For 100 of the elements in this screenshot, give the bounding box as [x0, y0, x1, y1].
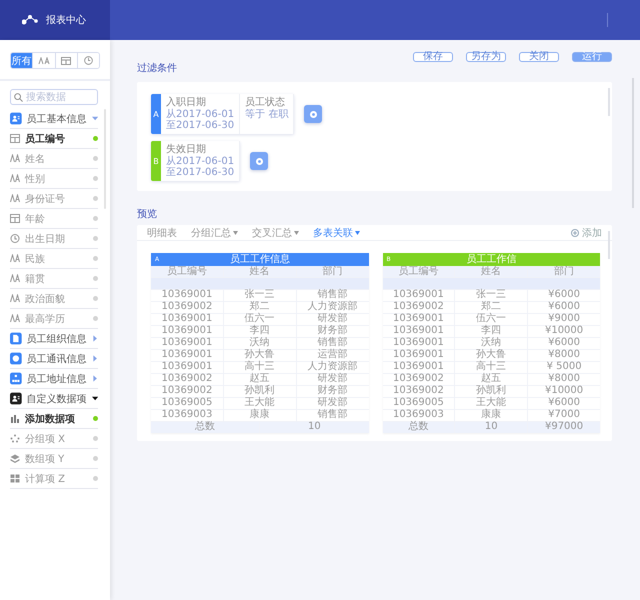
field-item[interactable]: 最高学历	[10, 309, 98, 329]
field-icon	[10, 454, 20, 463]
table-cell-text: 研发部	[316, 314, 349, 324]
field-icon	[10, 174, 20, 183]
table-title: 员工工作信息	[228, 253, 291, 266]
caret-icon	[233, 230, 238, 234]
field-item[interactable]: 出生日期	[10, 229, 98, 249]
table-cell: 王大能	[224, 398, 297, 409]
category-row[interactable]: 自定义数据项	[10, 389, 98, 409]
table-cell-text: ¥6000	[547, 302, 581, 313]
action-button[interactable]: 关闭	[519, 52, 559, 62]
field-item[interactable]: 身份证号	[10, 189, 98, 209]
table-cell: 10369001	[151, 362, 224, 373]
condition-field: 入职日期	[166, 97, 234, 109]
field-item[interactable]: 姓名	[10, 149, 98, 169]
action-button[interactable]: 保存	[413, 52, 453, 62]
add-icon	[571, 228, 579, 236]
category-row[interactable]: 员工基本信息	[10, 109, 98, 129]
table-cell-text: ¥10000	[544, 326, 584, 337]
condition-value: 等于 在职	[245, 109, 288, 120]
section-title: 过滤条件	[137, 62, 177, 75]
table-cell: 10369001	[382, 314, 456, 325]
report-type-tab[interactable]: 交叉汇总	[252, 226, 292, 240]
table-cell-text: ¥10000	[544, 386, 584, 397]
add-button[interactable]: 添加	[571, 226, 602, 240]
add-condition-button[interactable]	[304, 105, 322, 123]
table-cell: 孙凯利	[224, 386, 297, 397]
condition-value: 至2017-06-30	[166, 167, 234, 178]
column-header: 员工编号	[151, 266, 224, 277]
condition-card[interactable]: B 失效日期 从2017-06-01 至2017-06-30	[151, 141, 240, 181]
category-icon	[10, 372, 22, 385]
table-cell: 10369001	[151, 290, 224, 301]
table-cell: 10369005	[382, 398, 456, 409]
add-condition-button[interactable]	[250, 152, 268, 170]
category-row[interactable]: 员工地址信息	[10, 369, 98, 389]
table-cell: 10369001	[151, 326, 224, 337]
category-title: 员工基本信息	[26, 112, 87, 126]
field-label: 身份证号	[25, 192, 66, 206]
field-item[interactable]: 政治面貌	[10, 289, 98, 309]
scrollbar[interactable]	[608, 231, 610, 259]
field-item[interactable]: 员工编号	[10, 129, 98, 149]
category-icon	[10, 112, 22, 125]
table-cell-text: 人力资源部	[306, 362, 359, 372]
category-icon	[10, 352, 22, 365]
report-type-tab[interactable]: 明细表	[147, 226, 177, 240]
field-item[interactable]: 民族	[10, 249, 98, 269]
table-cell: 10369001	[151, 314, 224, 325]
table-cell-text: 运营部	[316, 350, 349, 360]
total-cell-text: 10	[307, 422, 322, 433]
table-cell: 10369001	[382, 350, 456, 361]
column-header: 姓名	[455, 266, 528, 277]
action-button[interactable]: 运行	[572, 52, 612, 62]
category-row[interactable]: 员工通讯信息	[10, 349, 98, 369]
filter-tab[interactable]: 所有	[11, 53, 34, 68]
condition-field: 员工状态	[245, 97, 288, 109]
table-cell-text: 财务部	[316, 386, 349, 396]
table-cell: 郑二	[224, 302, 297, 313]
table-cell-text: ¥6000	[547, 338, 581, 349]
action-button[interactable]: 另存为	[466, 52, 506, 62]
condition-value: 至2017-06-30	[166, 120, 234, 131]
table-cell: 李四	[455, 326, 528, 337]
total-cell: 总数	[151, 422, 260, 433]
app-title: 报表中心	[46, 14, 86, 27]
category-title: 自定义数据项	[26, 392, 87, 406]
report-type-tab[interactable]: 分组汇总	[191, 226, 231, 240]
field-item[interactable]: 计算项 Z	[10, 469, 98, 489]
group-letter: A	[151, 94, 161, 134]
field-label: 员工编号	[25, 132, 66, 146]
table-cell: 高十三	[224, 362, 297, 373]
table-cell: 伍六一	[455, 314, 528, 325]
field-item[interactable]: 数组项 Y	[10, 449, 98, 469]
table-cell-text: 销售部	[316, 290, 349, 300]
table-cell: 康康	[224, 410, 297, 421]
category-icon	[10, 392, 22, 405]
condition-field: 失效日期	[166, 144, 234, 156]
caret-icon	[294, 230, 299, 234]
field-icon	[10, 194, 20, 203]
table-cell: 10369001	[151, 350, 224, 361]
field-icon	[10, 154, 20, 163]
table-cell-text: ¥6000	[547, 398, 581, 409]
table-cell: 孙凯利	[455, 386, 528, 397]
field-icon	[10, 274, 20, 283]
field-label: 民族	[25, 252, 46, 266]
scrollbar[interactable]	[608, 88, 610, 116]
field-icon	[10, 434, 20, 443]
table-cell-text: ¥7000	[547, 410, 581, 421]
field-label: 数组项 Y	[25, 452, 66, 466]
total-cell: 10	[455, 422, 528, 433]
search-field[interactable]: 搜索数据	[10, 89, 98, 105]
field-item[interactable]: 籍贯	[10, 269, 98, 289]
field-item[interactable]: 添加数据项	[10, 409, 98, 429]
field-item[interactable]: 年龄	[10, 209, 98, 229]
field-item[interactable]: 性别	[10, 169, 98, 189]
condition-card[interactable]: A 入职日期 从2017-06-01 至2017-06-30 员工状态 等于 在职	[151, 94, 294, 134]
table-cell: 10369001	[382, 326, 456, 337]
field-label: 姓名	[25, 152, 46, 166]
field-label: 年龄	[25, 212, 46, 226]
field-item[interactable]: 分组项 X	[10, 429, 98, 449]
category-row[interactable]: 员工组织信息	[10, 329, 98, 349]
report-type-tab[interactable]: 多表关联	[313, 226, 353, 240]
